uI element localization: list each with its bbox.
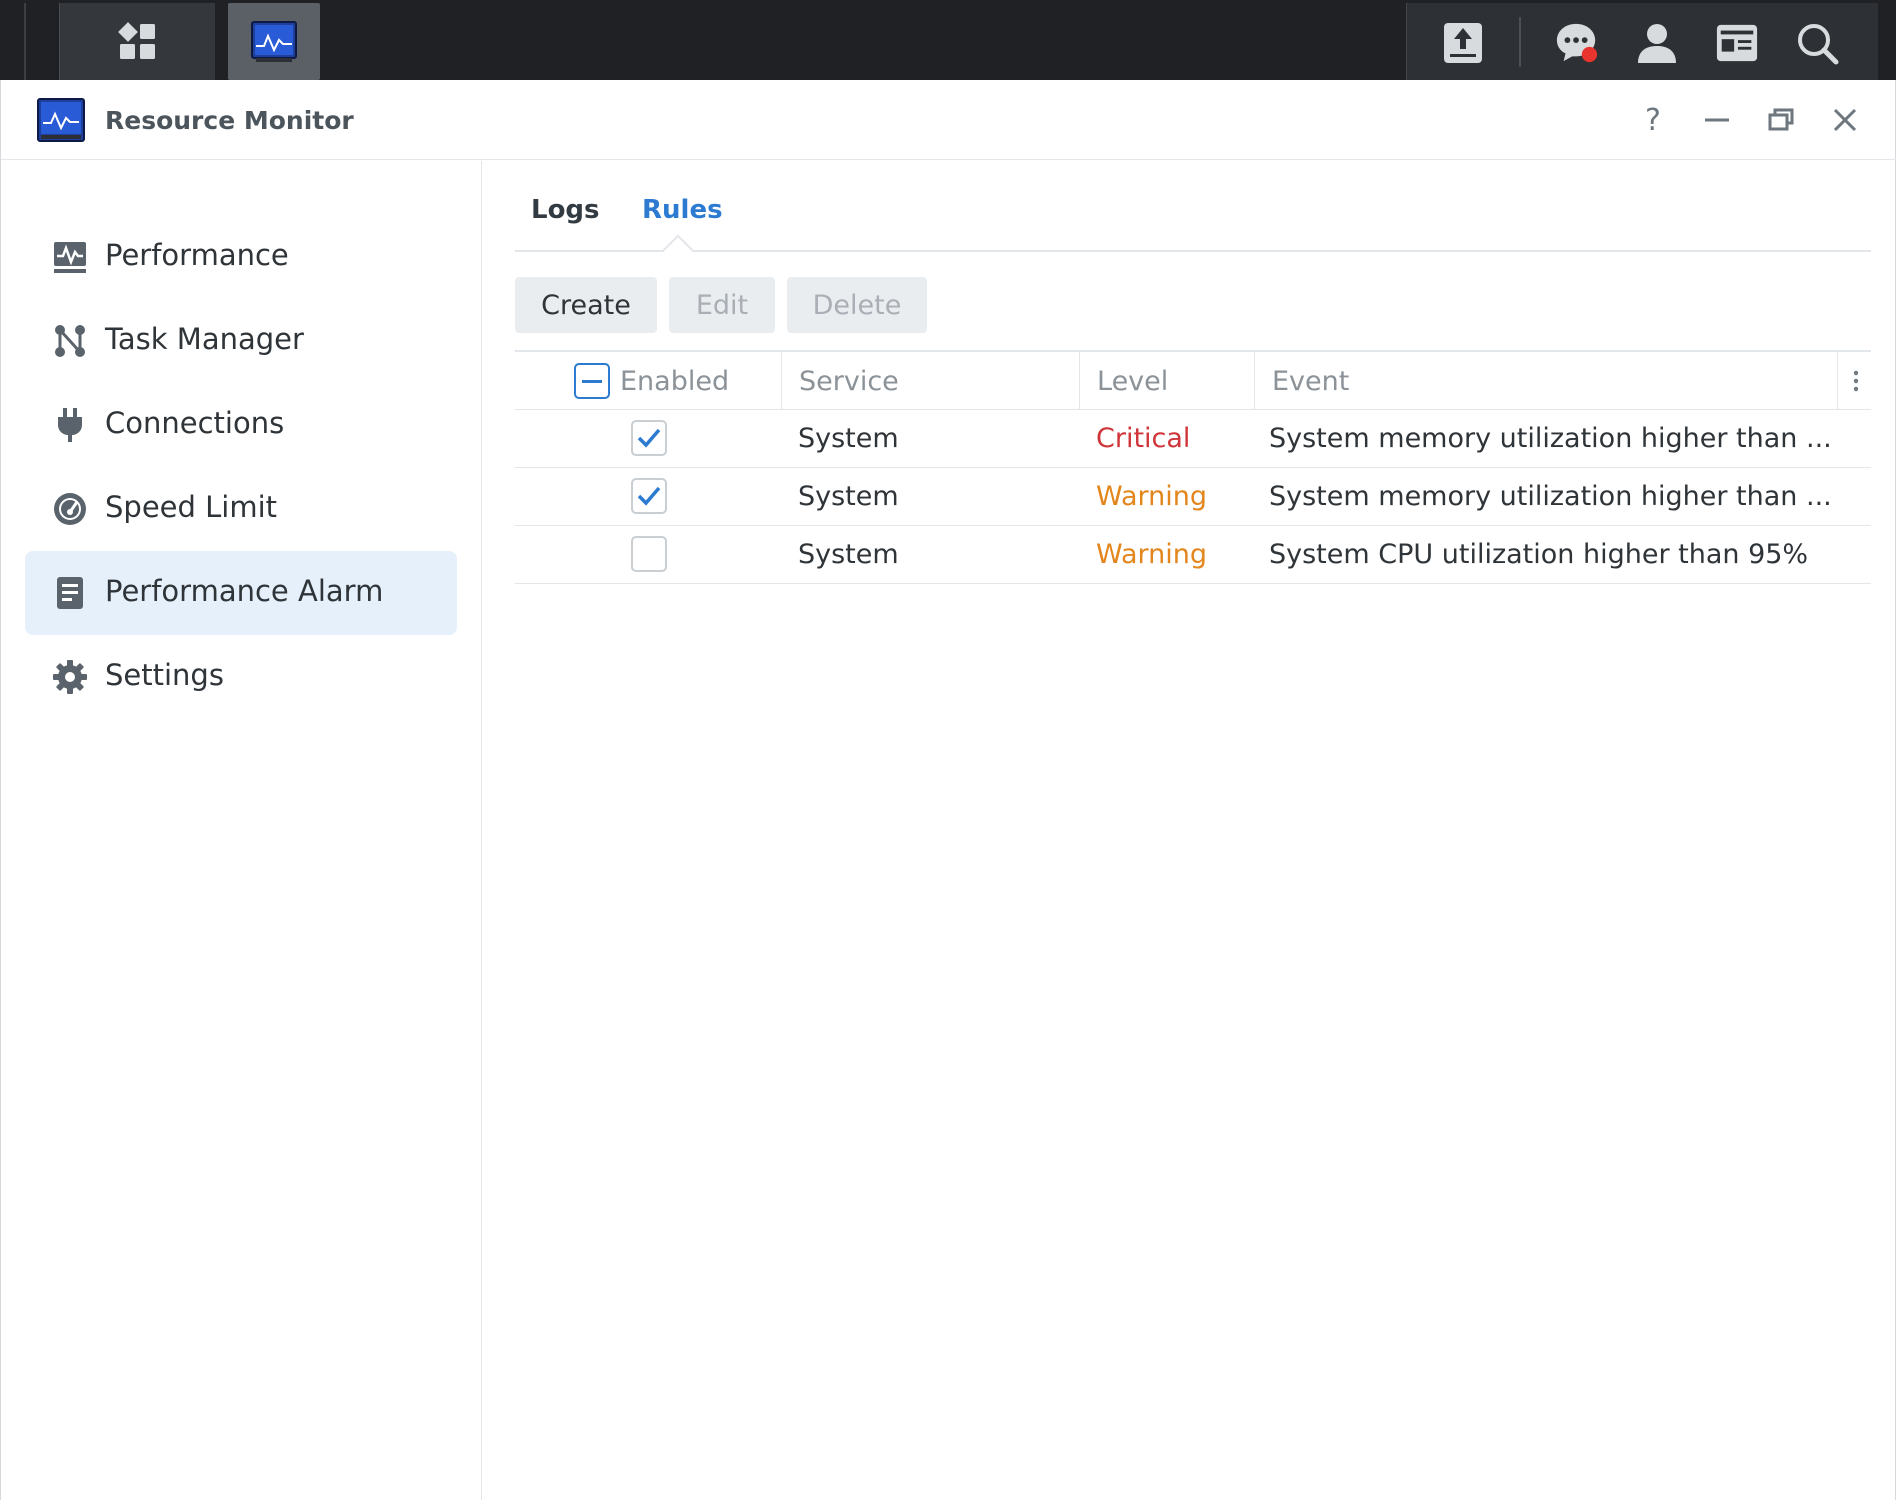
column-header-level[interactable]: Level [1097,352,1168,410]
tab-logs[interactable]: Logs [531,195,600,225]
enabled-checkbox[interactable] [631,478,667,514]
plug-icon [53,408,87,442]
window-titlebar[interactable]: Resource Monitor ? [1,80,1896,160]
table-header: Enabled Service Level Event [515,350,1871,410]
service-cell: System [798,423,899,454]
taskbar [0,0,1896,80]
sidebar-item-label: Connections [105,406,285,440]
restore-button[interactable] [1761,100,1801,140]
taskbar-edge [24,3,26,80]
resource-monitor-window: Resource Monitor ? Performance Task Mana… [0,80,1896,1500]
column-header-event[interactable]: Event [1272,352,1349,410]
sidebar-item-connections[interactable]: Connections [25,383,457,467]
search-icon [1798,24,1839,65]
column-options-button[interactable] [1849,352,1863,410]
service-cell: System [798,539,899,570]
help-icon: ? [1645,102,1661,138]
main-menu-button[interactable] [59,3,215,80]
indeterminate-icon [582,379,602,383]
tray-separator [1519,17,1521,67]
chat-button[interactable] [1555,21,1599,65]
sidebar-item-settings[interactable]: Settings [25,635,457,719]
sidebar-item-label: Settings [105,658,224,692]
app-logo-icon [37,98,85,142]
column-header-service[interactable]: Service [799,352,899,410]
task-manager-icon [53,324,87,358]
event-cell: System CPU utilization higher than 95% [1269,539,1809,570]
delete-button[interactable]: Delete [787,277,927,333]
sidebar-item-task-manager[interactable]: Task Manager [25,299,457,383]
tab-bar: Logs Rules [515,161,1871,266]
resource-monitor-icon [251,20,297,62]
enabled-checkbox[interactable] [631,536,667,572]
column-divider[interactable] [1837,352,1838,410]
restore-icon [1768,108,1794,131]
close-icon [1833,108,1857,132]
search-button[interactable] [1795,21,1839,65]
gear-icon [53,660,87,694]
column-header-enabled[interactable]: Enabled [620,352,729,410]
tab-rules[interactable]: Rules [642,195,723,225]
minimize-icon [1705,118,1729,122]
sidebar-item-label: Speed Limit [105,490,278,524]
sidebar: Performance Task Manager Connections Spe… [1,161,482,1500]
taskbar-tray [1406,3,1878,80]
upload-button[interactable] [1441,21,1485,65]
sidebar-item-performance-alarm[interactable]: Performance Alarm [25,551,457,635]
close-button[interactable] [1825,100,1865,140]
checkmark-icon [637,486,661,506]
help-button[interactable]: ? [1633,100,1673,140]
sidebar-item-speed-limit[interactable]: Speed Limit [25,467,457,551]
service-cell: System [798,481,899,512]
widgets-button[interactable] [1715,21,1759,65]
alarm-list-icon [53,576,87,610]
main-menu-icon [117,21,155,59]
level-cell: Warning [1096,481,1208,512]
select-all-checkbox[interactable] [574,363,610,399]
table-row[interactable]: System Warning System CPU utilization hi… [515,526,1871,584]
user-button[interactable] [1635,21,1679,65]
table-row[interactable]: System Critical System memory utilizatio… [515,410,1871,468]
level-cell: Critical [1096,423,1191,454]
edit-button[interactable]: Edit [669,277,775,333]
enabled-checkbox[interactable] [631,420,667,456]
table-row[interactable]: System Warning System memory utilization… [515,468,1871,526]
rules-table: Enabled Service Level Event System Criti… [515,350,1871,584]
active-tab-indicator [662,234,694,266]
vertical-dots-icon [1853,370,1859,392]
chat-icon [1556,23,1598,63]
sidebar-item-performance[interactable]: Performance [25,215,457,299]
user-icon [1638,24,1676,63]
event-cell: System memory utilization higher than ..… [1269,423,1832,454]
level-cell: Warning [1096,539,1208,570]
gauge-icon [53,492,87,526]
upload-icon [1444,23,1482,63]
resource-monitor-taskbar-button[interactable] [228,3,320,80]
performance-icon [53,240,87,274]
checkmark-icon [637,428,661,448]
column-divider[interactable] [1254,352,1255,410]
event-cell: System memory utilization higher than ..… [1269,481,1832,512]
create-button[interactable]: Create [515,277,657,333]
minimize-button[interactable] [1697,100,1737,140]
sidebar-item-label: Performance [105,238,289,272]
sidebar-item-label: Performance Alarm [105,574,384,608]
widgets-icon [1716,24,1758,62]
window-title: Resource Monitor [105,106,354,135]
sidebar-item-label: Task Manager [105,322,304,356]
column-divider[interactable] [1079,352,1080,410]
column-divider[interactable] [781,352,782,410]
